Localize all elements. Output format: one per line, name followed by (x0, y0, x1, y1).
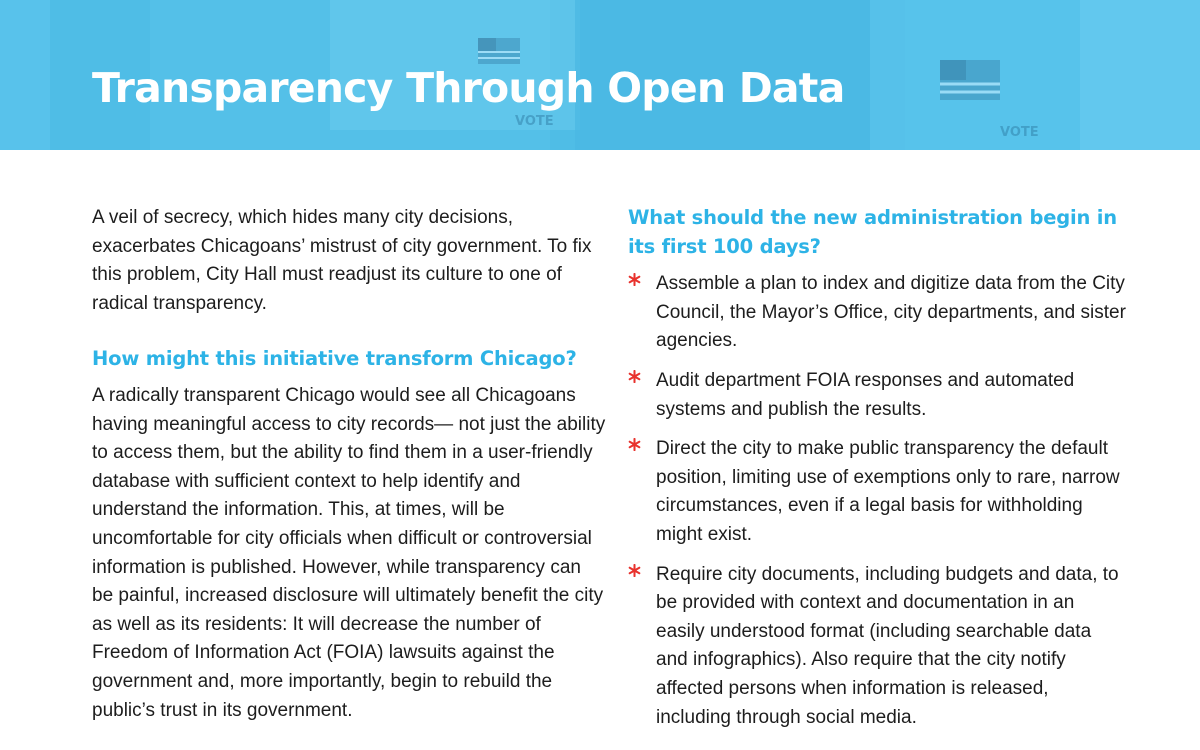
six-point-star-icon (628, 273, 641, 287)
six-point-star-icon (628, 563, 641, 577)
action-list: Assemble a plan to index and digitize da… (628, 270, 1128, 732)
right-column: What should the new administration begin… (628, 204, 1128, 743)
intro-paragraph: A veil of secrecy, which hides many city… (92, 207, 592, 314)
flag-icon (478, 38, 520, 64)
left-column: A veil of secrecy, which hides many city… (92, 204, 607, 725)
list-item-text: Require city documents, including budget… (656, 563, 1119, 728)
first-100-days-heading: What should the new administration begin… (628, 206, 1117, 258)
list-item-text: Assemble a plan to index and digitize da… (656, 273, 1126, 352)
transform-paragraph: A radically transparent Chicago would se… (92, 384, 606, 721)
six-point-star-icon (628, 369, 641, 383)
six-point-star-icon (628, 438, 641, 452)
flag-icon (940, 60, 1000, 100)
list-item: Assemble a plan to index and digitize da… (628, 270, 1128, 356)
list-item: Audit department FOIA responses and auto… (628, 367, 1128, 424)
vote-sign: VOTE (1000, 125, 1039, 140)
list-item-text: Direct the city to make public transpare… (656, 438, 1120, 545)
list-item: Require city documents, including budget… (628, 561, 1128, 733)
list-item-text: Audit department FOIA responses and auto… (656, 369, 1075, 420)
list-item: Direct the city to make public transpare… (628, 435, 1128, 549)
header-banner: VOTE VOTE Transparency Through Open Data (0, 0, 1200, 150)
vote-sign: VOTE (515, 114, 554, 129)
transform-heading: How might this initiative transform Chic… (92, 347, 577, 371)
page-title: Transparency Through Open Data (92, 64, 845, 112)
